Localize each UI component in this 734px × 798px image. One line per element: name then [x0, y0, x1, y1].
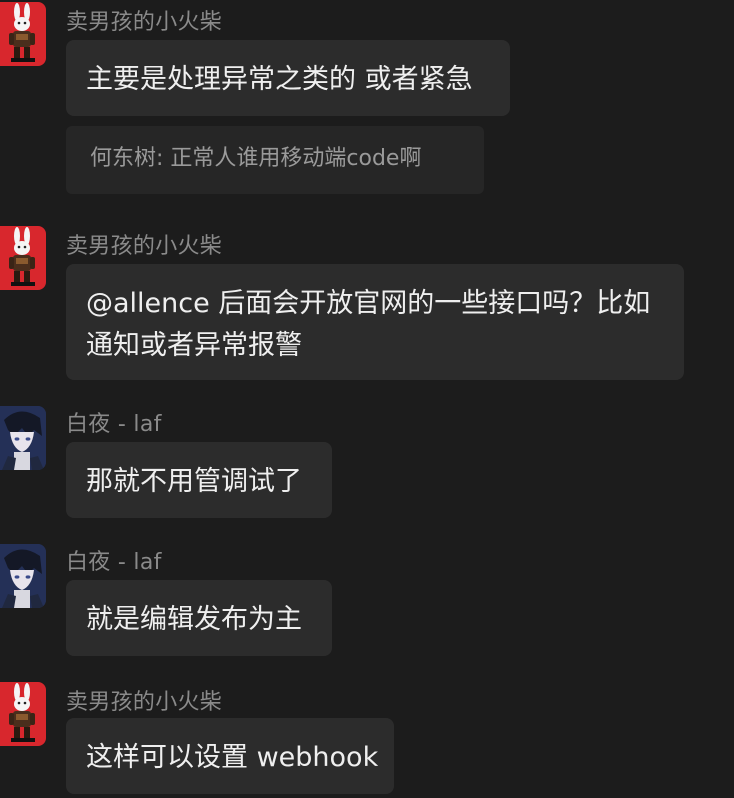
message-bubble[interactable]: 主要是处理异常之类的 或者紧急 — [66, 40, 510, 116]
message-text-line: 通知或者异常报警 — [86, 330, 302, 361]
anime-boy-avatar-icon[interactable] — [0, 406, 46, 470]
message-text: 就是编辑发布为主 — [86, 604, 302, 635]
quoted-message[interactable]: 何东树: 正常人谁用移动端code啊 — [66, 126, 484, 194]
message-text-line: @allence 后面会开放官网的一些接口吗？比如 — [86, 288, 651, 319]
chat-message-list: 卖男孩的小火柴 主要是处理异常之类的 或者紧急 何东树: 正常人谁用移动端cod… — [0, 0, 734, 798]
message-bubble[interactable]: @allence 后面会开放官网的一些接口吗？比如 通知或者异常报警 — [66, 264, 684, 380]
message-bubble[interactable]: 这样可以设置 webhook — [66, 718, 394, 794]
message-text: 主要是处理异常之类的 或者紧急 — [86, 64, 473, 95]
message-text: 那就不用管调试了 — [86, 466, 302, 497]
sender-name: 卖男孩的小火柴 — [66, 690, 223, 715]
sender-name: 白夜 - laf — [66, 550, 162, 575]
rabbit-robot-avatar-icon[interactable] — [0, 2, 46, 66]
sender-name: 白夜 - laf — [66, 412, 162, 437]
message-bubble[interactable]: 就是编辑发布为主 — [66, 580, 332, 656]
quoted-message-text: 何东树: 正常人谁用移动端code啊 — [90, 146, 422, 171]
sender-name: 卖男孩的小火柴 — [66, 234, 223, 259]
sender-name: 卖男孩的小火柴 — [66, 10, 223, 35]
anime-boy-avatar-icon[interactable] — [0, 544, 46, 608]
rabbit-robot-avatar-icon[interactable] — [0, 226, 46, 290]
message-text: 这样可以设置 webhook — [86, 742, 379, 773]
rabbit-robot-avatar-icon[interactable] — [0, 682, 46, 746]
message-bubble[interactable]: 那就不用管调试了 — [66, 442, 332, 518]
